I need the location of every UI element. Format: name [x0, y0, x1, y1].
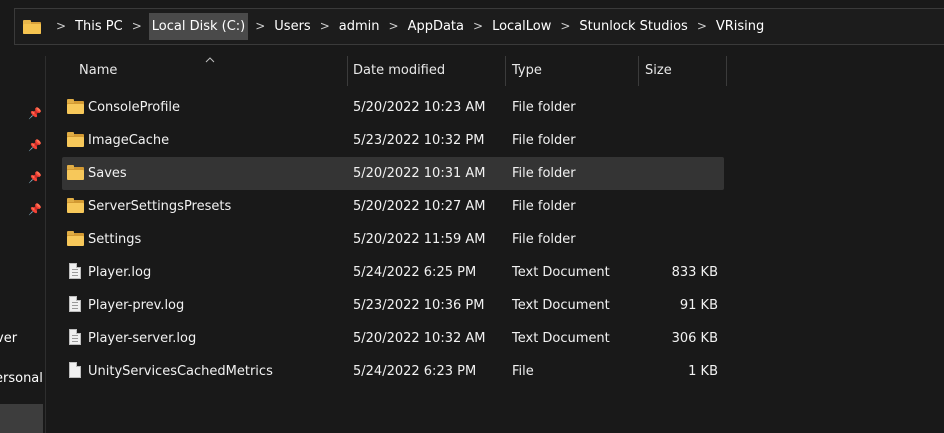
chevron-right-icon[interactable]: > — [690, 8, 714, 45]
breadcrumb-vrising[interactable]: VRising — [714, 13, 766, 40]
nav-pane-divider[interactable] — [45, 56, 46, 433]
column-divider[interactable] — [347, 56, 348, 86]
pin-icon[interactable]: 📌 — [28, 172, 42, 184]
file-size: 306 KB — [671, 331, 718, 346]
nav-item-selected[interactable] — [0, 404, 43, 433]
file-date: 5/20/2022 10:23 AM — [353, 100, 486, 115]
column-divider[interactable] — [726, 56, 727, 86]
folder-icon — [67, 99, 84, 114]
column-header-type[interactable]: Type — [512, 56, 542, 86]
breadcrumb-appdata[interactable]: AppData — [406, 13, 466, 40]
file-size: 833 KB — [671, 265, 718, 280]
table-row[interactable]: ServerSettingsPresets 5/20/2022 10:27 AM… — [62, 190, 724, 223]
chevron-right-icon[interactable]: > — [125, 8, 149, 45]
file-name: ImageCache — [88, 133, 170, 148]
chevron-right-icon[interactable]: > — [313, 8, 337, 45]
file-icon — [69, 362, 81, 378]
text-document-icon — [69, 296, 81, 312]
table-row[interactable]: ConsoleProfile 5/20/2022 10:23 AM File f… — [62, 91, 724, 124]
table-row[interactable]: Saves 5/20/2022 10:31 AM File folder — [62, 157, 724, 190]
folder-icon — [67, 165, 84, 180]
table-row[interactable]: Player.log 5/24/2022 6:25 PM Text Docume… — [62, 256, 724, 289]
nav-item-partial[interactable]: ver — [0, 331, 44, 346]
file-date: 5/20/2022 10:31 AM — [353, 166, 486, 181]
file-size: 91 KB — [679, 298, 718, 313]
file-size: 1 KB — [688, 364, 718, 379]
text-document-icon — [69, 329, 81, 345]
table-row[interactable]: Settings 5/20/2022 11:59 AM File folder — [62, 223, 724, 256]
file-name: Player-server.log — [88, 331, 197, 346]
table-row[interactable]: Player-server.log 5/20/2022 10:32 AM Tex… — [62, 322, 724, 355]
chevron-right-icon[interactable]: > — [248, 8, 272, 45]
file-type: File folder — [512, 133, 576, 148]
chevron-right-icon[interactable]: > — [466, 8, 490, 45]
chevron-right-icon[interactable]: > — [553, 8, 577, 45]
folder-icon — [67, 231, 84, 246]
file-name: ConsoleProfile — [88, 100, 181, 115]
breadcrumb-locallow[interactable]: LocalLow — [490, 13, 553, 40]
file-type: File folder — [512, 232, 576, 247]
column-header: Name Date modified Type Size — [62, 56, 732, 86]
pin-icon[interactable]: 📌 — [28, 140, 42, 152]
column-divider[interactable] — [638, 56, 639, 86]
table-row[interactable]: ImageCache 5/23/2022 10:32 PM File folde… — [62, 124, 724, 157]
chevron-right-icon[interactable]: > — [382, 8, 406, 45]
nav-item-label: ersonal — [0, 371, 43, 386]
pin-icon[interactable]: 📌 — [28, 204, 42, 216]
folder-icon — [67, 132, 84, 147]
nav-item-partial[interactable]: ersonal — [0, 371, 44, 386]
file-type: File folder — [512, 100, 576, 115]
column-header-date-modified[interactable]: Date modified — [353, 56, 445, 86]
file-date: 5/20/2022 10:27 AM — [353, 199, 486, 214]
file-date: 5/23/2022 10:36 PM — [353, 298, 485, 313]
table-row[interactable]: UnityServicesCachedMetrics 5/24/2022 6:2… — [62, 355, 724, 388]
breadcrumb-local-disk[interactable]: Local Disk (C:) — [148, 13, 249, 40]
file-date: 5/24/2022 6:25 PM — [353, 265, 477, 280]
folder-icon — [23, 19, 41, 34]
file-type: Text Document — [512, 265, 610, 280]
file-date: 5/23/2022 10:32 PM — [353, 133, 485, 148]
breadcrumb-stunlock-studios[interactable]: Stunlock Studios — [577, 13, 689, 40]
text-document-icon — [69, 263, 81, 279]
nav-item-label: ver — [0, 331, 18, 346]
file-name: Player-prev.log — [88, 298, 185, 313]
file-list: ConsoleProfile 5/20/2022 10:23 AM File f… — [62, 91, 724, 388]
column-header-size[interactable]: Size — [645, 56, 672, 86]
file-name: UnityServicesCachedMetrics — [88, 364, 273, 379]
file-name: ServerSettingsPresets — [88, 199, 232, 214]
file-type: File folder — [512, 166, 576, 181]
breadcrumb-admin[interactable]: admin — [337, 13, 382, 40]
folder-icon — [67, 198, 84, 213]
file-name: Settings — [88, 232, 142, 247]
file-type: Text Document — [512, 298, 610, 313]
file-type: Text Document — [512, 331, 610, 346]
table-row[interactable]: Player-prev.log 5/23/2022 10:36 PM Text … — [62, 289, 724, 322]
file-date: 5/20/2022 10:32 AM — [353, 331, 486, 346]
file-date: 5/20/2022 11:59 AM — [353, 232, 486, 247]
file-date: 5/24/2022 6:23 PM — [353, 364, 477, 379]
pin-icon[interactable]: 📌 — [28, 108, 42, 120]
breadcrumb-this-pc[interactable]: This PC — [73, 13, 125, 40]
address-bar[interactable]: > This PC > Local Disk (C:) > Users > ad… — [14, 8, 944, 45]
file-name: Saves — [88, 166, 127, 181]
chevron-right-icon[interactable]: > — [49, 8, 73, 45]
file-explorer-window: > This PC > Local Disk (C:) > Users > ad… — [0, 0, 944, 433]
file-name: Player.log — [88, 265, 152, 280]
column-divider[interactable] — [505, 56, 506, 86]
breadcrumb-users[interactable]: Users — [272, 13, 312, 40]
column-header-name[interactable]: Name — [79, 56, 117, 86]
file-type: File — [512, 364, 534, 379]
file-type: File folder — [512, 199, 576, 214]
